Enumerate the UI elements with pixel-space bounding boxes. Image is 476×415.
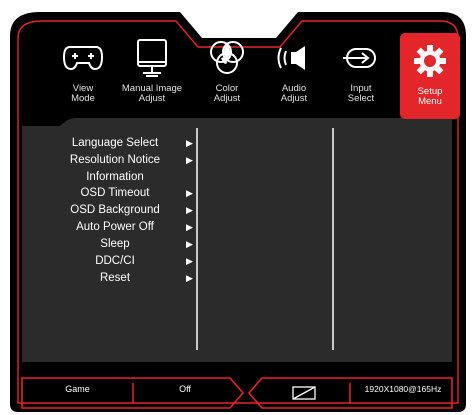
status-value: Off [179,384,191,394]
menu-item-reset[interactable]: Reset [40,271,190,285]
menu-item-osd-background[interactable]: OSD Background [40,203,190,217]
submenu-arrow-icon: ▶ [186,138,193,148]
submenu-arrow-icon: ▶ [186,188,193,198]
menu-item-auto-power-off[interactable]: Auto Power Off [40,220,190,234]
submenu-arrow-icon: ▶ [186,155,193,165]
menu-item-information[interactable]: Information [40,170,190,184]
menu-item-ddc-ci[interactable]: DDC/CI [40,254,190,268]
menu-item-resolution-notice[interactable]: Resolution Notice [40,153,190,167]
status-mode: Game [65,384,90,394]
menu-item-sleep[interactable]: Sleep [40,237,190,251]
submenu-arrow-icon: ▶ [186,256,193,266]
submenu-arrow-icon: ▶ [186,205,193,215]
submenu-arrow-icon: ▶ [186,239,193,249]
status-resolution: 1920X1080@165Hz [364,384,442,394]
menu-item-language-select[interactable]: Language Select [40,136,190,150]
menu-item-osd-timeout[interactable]: OSD Timeout [40,186,190,200]
submenu-arrow-icon: ▶ [186,273,193,283]
setup-menu-list: Language Select ▶ Resolution Notice ▶ In… [0,0,476,415]
submenu-arrow-icon: ▶ [186,222,193,232]
